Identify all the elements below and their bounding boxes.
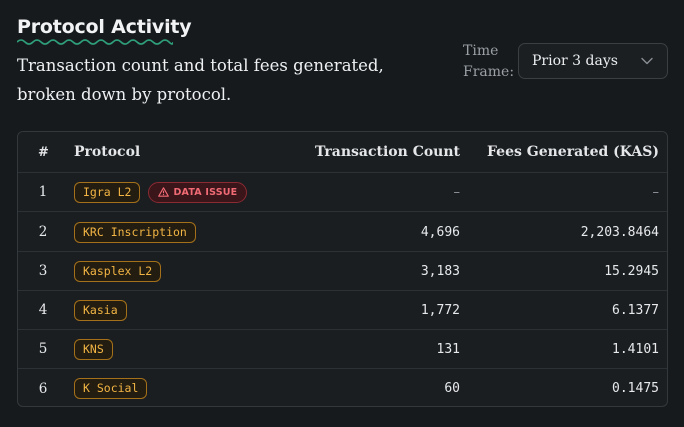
- row-number: 1: [38, 184, 48, 200]
- protocol-cell: Igra L2 DATA ISSUE: [74, 181, 248, 203]
- protocol-cell: Kasia: [74, 299, 127, 321]
- protocol-cell: K Social: [74, 378, 148, 399]
- fees-generated: 15.2945: [604, 263, 659, 279]
- protocol-tag[interactable]: KRC Inscription: [74, 221, 196, 243]
- protocol-table: # Protocol Transaction Count Fees Genera…: [17, 131, 668, 407]
- row-number: 4: [38, 302, 48, 318]
- timeframe-value: Prior 3 days: [532, 53, 618, 69]
- transaction-count: 1,772: [420, 302, 460, 318]
- timeframe-select[interactable]: Prior 3 days: [518, 43, 668, 79]
- transaction-count: 131: [436, 341, 460, 357]
- column-header-fees-generated[interactable]: Fees Generated (KAS): [487, 144, 659, 160]
- table-row: 3 Kasplex L2 3,183 15.2945: [18, 252, 667, 291]
- row-number: 6: [38, 380, 48, 397]
- page-subtitle: Transaction count and total fees generat…: [17, 56, 384, 104]
- protocol-cell: Kasplex L2: [74, 260, 162, 282]
- protocol-activity-panel: Protocol Activity Transaction count and …: [0, 0, 684, 427]
- warning-icon: [158, 187, 170, 197]
- protocol-tag[interactable]: KNS: [74, 338, 113, 360]
- column-header-transaction-count[interactable]: Transaction Count: [315, 144, 460, 160]
- transaction-count: 3,183: [420, 263, 460, 279]
- protocol-tag[interactable]: K Social: [74, 378, 148, 399]
- table-row: 6 K Social 60 0.1475: [18, 369, 667, 406]
- row-number: 5: [38, 341, 48, 357]
- transaction-count: –: [453, 184, 461, 200]
- protocol-tag[interactable]: Igra L2: [74, 181, 141, 203]
- protocol-tag[interactable]: Kasplex L2: [74, 260, 162, 282]
- table-row: 4 Kasia 1,772 6.1377: [18, 291, 667, 330]
- table-header-row: # Protocol Transaction Count Fees Genera…: [18, 132, 667, 173]
- table-row: 5 KNS 131 1.4101: [18, 330, 667, 369]
- column-header-number[interactable]: #: [38, 145, 49, 160]
- table-row: 1 Igra L2 DATA ISSUE – –: [18, 173, 667, 212]
- data-issue-label: DATA ISSUE: [173, 186, 238, 198]
- data-issue-badge[interactable]: DATA ISSUE: [148, 181, 248, 203]
- page-title: Protocol Activity: [17, 16, 192, 38]
- protocol-cell: KRC Inscription: [74, 221, 196, 243]
- column-header-protocol[interactable]: Protocol: [74, 144, 140, 160]
- fees-generated: –: [652, 184, 660, 200]
- row-number: 3: [38, 263, 48, 279]
- table-row: 2 KRC Inscription 4,696 2,203.8464: [18, 213, 667, 252]
- protocol-tag[interactable]: Kasia: [74, 299, 127, 321]
- transaction-count: 4,696: [420, 224, 460, 240]
- chevron-down-icon: [641, 57, 653, 65]
- timeframe-label: Time Frame:: [463, 43, 515, 80]
- fees-generated: 6.1377: [612, 302, 659, 318]
- fees-generated: 0.1475: [612, 381, 659, 396]
- transaction-count: 60: [444, 381, 460, 396]
- protocol-cell: KNS: [74, 338, 113, 360]
- squiggle-underline: [17, 39, 173, 45]
- row-number: 2: [38, 224, 48, 240]
- fees-generated: 1.4101: [612, 341, 659, 357]
- fees-generated: 2,203.8464: [580, 224, 659, 240]
